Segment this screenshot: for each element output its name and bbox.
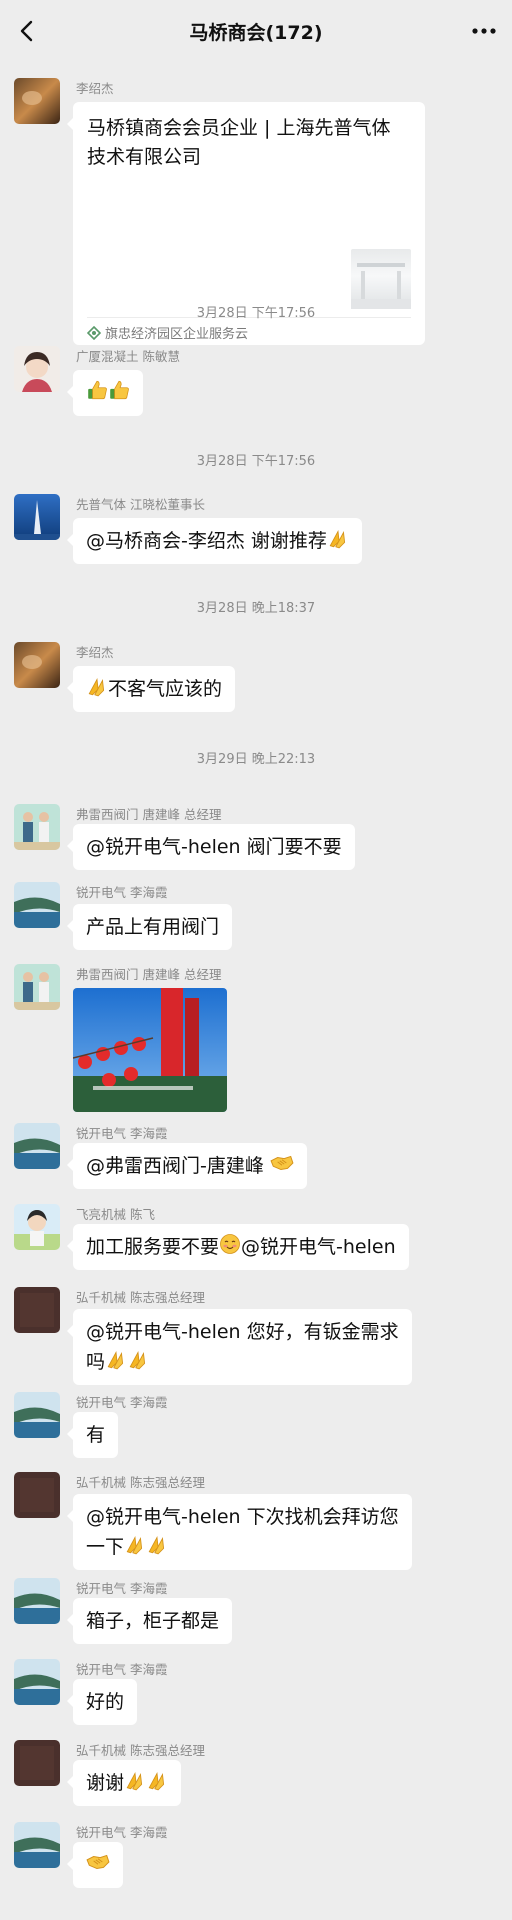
service-cloud-icon [87, 325, 101, 340]
message-bubble[interactable]: @锐开电气-helen 阀门要不要 [67, 824, 355, 870]
timestamp: 3月29日 晚上22:13 [196, 752, 316, 767]
message-text-line: @锐开电气-helen 您好，有钣金需求 [86, 1321, 399, 1343]
avatar[interactable] [14, 1740, 60, 1786]
avatar[interactable] [14, 1123, 60, 1169]
folded-hands-icon [124, 1533, 146, 1555]
sender-name: 弘千机械 陈志强总经理 [76, 1743, 205, 1758]
avatar[interactable] [14, 882, 60, 928]
sender-name: 锐开电气 李海霞 [76, 1581, 168, 1596]
more-icon[interactable] [468, 19, 500, 43]
sender-name: 先普气体 江晓松董事长 [76, 497, 205, 512]
timestamp: 3月28日 下午17:56 [196, 306, 316, 321]
message-bubble[interactable]: 好的 [66, 1679, 138, 1725]
folded-hands-icon [127, 1348, 149, 1370]
timestamp: 3月28日 下午17:56 [196, 454, 316, 469]
message-bubble[interactable]: @锐开电气-helen 下次找机会拜访您 一下 [67, 1494, 412, 1570]
article-card-title: 马桥镇商会会员企业 | 上海先普气体技术有限公司 [87, 117, 391, 168]
message-bubble[interactable]: @锐开电气-helen 您好，有钣金需求 吗 [67, 1309, 412, 1385]
message-text: 好的 [86, 1691, 125, 1713]
message-bubble[interactable]: 箱子，柜子都是 [66, 1598, 233, 1644]
avatar[interactable] [14, 78, 60, 124]
sender-name: 弗雷西阀门 唐建峰 总经理 [76, 967, 222, 982]
message-text: @锐开电气-helen 阀门要不要 [86, 836, 342, 858]
avatar[interactable] [14, 1578, 60, 1624]
thumbs-up-icon [108, 379, 130, 401]
avatar[interactable] [14, 1822, 60, 1868]
folded-hands-icon [86, 675, 108, 697]
sender-name: 飞亮机械 陈飞 [76, 1207, 155, 1222]
message-text-line-2: 一下 [86, 1532, 399, 1562]
blush-face-icon [220, 1234, 240, 1254]
message-text: @马桥商会-李绍杰 谢谢推荐 [86, 530, 327, 552]
message-mention: @锐开电气-helen [241, 1236, 396, 1258]
sender-name: 锐开电气 李海霞 [76, 1126, 168, 1141]
avatar[interactable] [14, 964, 60, 1010]
message-bubble[interactable]: @弗雷西阀门-唐建峰 [67, 1143, 307, 1189]
avatar[interactable] [14, 804, 60, 850]
folded-hands-icon [105, 1348, 127, 1370]
sender-name: 弘千机械 陈志强总经理 [76, 1290, 205, 1305]
handshake-icon [270, 1152, 294, 1174]
sender-name: 弗雷西阀门 唐建峰 总经理 [76, 807, 222, 822]
article-source: 旗忠经济园区企业服务云 [87, 323, 248, 342]
message-text: 不客气应该的 [108, 678, 223, 700]
message-text: 箱子，柜子都是 [86, 1610, 220, 1632]
folded-hands-icon [327, 527, 349, 549]
chat-title: 马桥商会(172) [189, 22, 323, 44]
folded-hands-icon [124, 1769, 146, 1791]
message-bubble[interactable]: 谢谢 [66, 1760, 182, 1806]
shared-photo[interactable] [73, 988, 227, 1112]
article-source-label: 旗忠经济园区企业服务云 [105, 327, 249, 342]
message-text: @弗雷西阀门-唐建峰 [86, 1155, 270, 1177]
folded-hands-icon [146, 1533, 168, 1555]
message-bubble[interactable] [67, 370, 143, 416]
article-thumbnail [351, 249, 411, 309]
sender-name: 锐开电气 李海霞 [76, 1662, 168, 1677]
message-text: 产品上有用阀门 [86, 916, 220, 938]
message-text-line: @锐开电气-helen 下次找机会拜访您 [86, 1506, 399, 1528]
sender-name: 弘千机械 陈志强总经理 [76, 1475, 205, 1490]
sender-name: 锐开电气 李海霞 [76, 885, 168, 900]
message-bubble[interactable]: @马桥商会-李绍杰 谢谢推荐 [67, 518, 362, 564]
sender-name: 李绍杰 [76, 645, 114, 660]
top-nav-bar: 马桥商会(172) [0, 0, 512, 62]
thumbs-up-icon [86, 379, 108, 401]
avatar[interactable] [14, 642, 60, 688]
avatar[interactable] [14, 346, 60, 392]
message-text: 谢谢 [86, 1772, 125, 1794]
message-text-line-2: 吗 [86, 1347, 399, 1377]
sender-name: 李绍杰 [76, 81, 114, 96]
message-bubble[interactable]: 不客气应该的 [66, 666, 236, 712]
message-bubble[interactable]: 产品上有用阀门 [66, 904, 233, 950]
message-text: 有 [86, 1424, 106, 1446]
message-bubble[interactable]: 加工服务要不要 @锐开电气-helen [67, 1224, 409, 1270]
avatar[interactable] [14, 1392, 60, 1438]
timestamp: 3月28日 晚上18:37 [196, 601, 316, 616]
avatar[interactable] [14, 1659, 60, 1705]
message-bubble[interactable] [67, 1842, 123, 1888]
avatar[interactable] [14, 1204, 60, 1250]
sender-name: 锐开电气 李海霞 [76, 1825, 168, 1840]
handshake-icon [86, 1851, 110, 1873]
message-bubble[interactable]: 有 [66, 1412, 119, 1458]
sender-name: 广厦混凝土 陈敏慧 [76, 349, 180, 364]
message-text: 加工服务要不要 [86, 1236, 220, 1258]
avatar[interactable] [14, 1472, 60, 1518]
folded-hands-icon [146, 1769, 168, 1791]
sender-name: 锐开电气 李海霞 [76, 1395, 168, 1410]
avatar[interactable] [14, 1287, 60, 1333]
avatar[interactable] [14, 494, 60, 540]
